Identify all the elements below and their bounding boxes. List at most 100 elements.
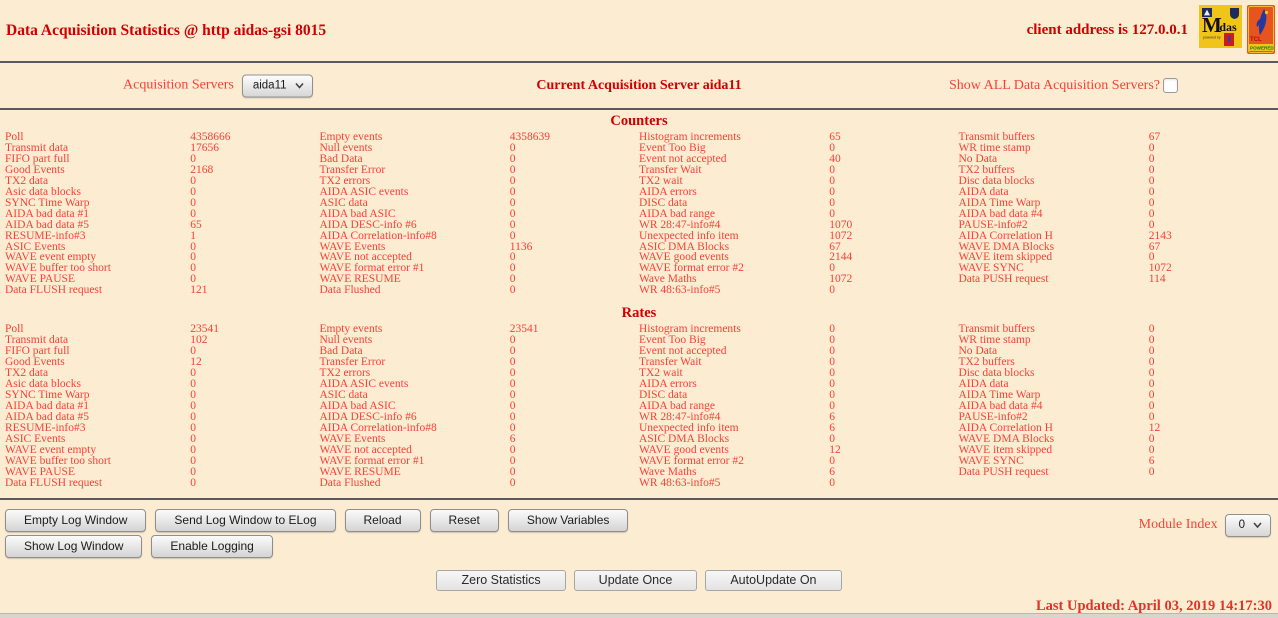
stat-value: 0 [829, 357, 958, 368]
show-all-servers-checkbox[interactable] [1163, 78, 1178, 93]
stats-row: WAVE PAUSE0WAVE RESUME0Wave Maths6Data P… [0, 467, 1278, 478]
stat-label: WR 28:47-info#4 [639, 220, 829, 231]
stat-label: Null events [319, 143, 509, 154]
zero-statistics-button[interactable]: Zero Statistics [436, 570, 565, 591]
stat-value: 0 [510, 274, 639, 285]
stat-value: 1 [190, 231, 319, 242]
stat-label: AIDA Time Warp [958, 390, 1148, 401]
stat-label: AIDA bad ASIC [319, 209, 509, 220]
window-bottom-edge [0, 613, 1278, 618]
stat-value: 0 [190, 263, 319, 274]
stat-value: 0 [1149, 198, 1278, 209]
logo-group: M idas powered by TCL POWERED [1199, 5, 1275, 59]
stat-value: 0 [829, 434, 958, 445]
stat-value: 114 [1149, 274, 1278, 285]
autoupdate-on-button[interactable]: AutoUpdate On [705, 570, 841, 591]
stat-value: 121 [190, 285, 319, 296]
stat-value: 4358639 [510, 132, 639, 143]
stat-label: Histogram increments [639, 324, 829, 335]
stat-value: 23541 [510, 324, 639, 335]
stat-label: Event Too Big [639, 143, 829, 154]
stat-label: Unexpected info item [639, 231, 829, 242]
stat-value: 0 [190, 478, 319, 489]
stat-label: WR 28:47-info#4 [639, 412, 829, 423]
stats-row: AIDA bad data #10AIDA bad ASIC0AIDA bad … [0, 209, 1278, 220]
stat-value: 65 [829, 132, 958, 143]
stat-label: ASIC data [319, 198, 509, 209]
counters-heading: Counters [0, 113, 1278, 130]
stat-value: 0 [510, 423, 639, 434]
stat-label: Transfer Error [319, 357, 509, 368]
stat-value: 0 [510, 176, 639, 187]
stat-label: Unexpected info item [639, 423, 829, 434]
stat-label: WR time stamp [958, 143, 1148, 154]
stat-label: WAVE event empty [0, 445, 190, 456]
stat-value: 0 [1149, 357, 1278, 368]
enable-logging-button[interactable]: Enable Logging [151, 535, 272, 558]
stat-value: 0 [510, 467, 639, 478]
stat-label: WAVE SYNC [958, 456, 1148, 467]
midas-logo[interactable]: M idas powered by [1199, 5, 1242, 53]
stat-value: 2144 [829, 252, 958, 263]
stat-label: FIFO part full [0, 346, 190, 357]
stat-label: ASIC Events [0, 434, 190, 445]
stat-label: PAUSE-info#2 [958, 220, 1148, 231]
module-index-select[interactable]: 0 [1225, 514, 1271, 537]
send-log-window-to-elog-button[interactable]: Send Log Window to ELog [155, 509, 335, 532]
stat-label: SYNC Time Warp [0, 390, 190, 401]
stat-label: ASIC DMA Blocks [639, 242, 829, 253]
stat-label: WAVE not accepted [319, 445, 509, 456]
stat-label: Good Events [0, 165, 190, 176]
toolbar: Empty Log Window Send Log Window to ELog… [0, 500, 1278, 558]
stat-value: 0 [829, 456, 958, 467]
stat-value: 0 [1149, 412, 1278, 423]
stat-value: 6 [829, 412, 958, 423]
stat-value: 0 [829, 401, 958, 412]
stat-value: 0 [829, 176, 958, 187]
reload-button[interactable]: Reload [345, 509, 421, 532]
stat-value: 0 [1149, 143, 1278, 154]
stat-value: 0 [1149, 390, 1278, 401]
stat-label: WR time stamp [958, 335, 1148, 346]
stat-label: WAVE format error #2 [639, 456, 829, 467]
update-once-button[interactable]: Update Once [574, 570, 698, 591]
stat-label: AIDA Correlation-info#8 [319, 423, 509, 434]
stat-label: Transfer Error [319, 165, 509, 176]
stat-value: 0 [1149, 187, 1278, 198]
stat-value: 0 [510, 390, 639, 401]
stat-value: 6 [1149, 456, 1278, 467]
stat-label: AIDA DESC-info #6 [319, 412, 509, 423]
show-log-window-button[interactable]: Show Log Window [5, 535, 142, 558]
stat-label: No Data [958, 346, 1148, 357]
stat-value: 0 [829, 346, 958, 357]
stat-value: 0 [1149, 467, 1278, 478]
stat-label: AIDA bad range [639, 401, 829, 412]
stat-value: 0 [190, 242, 319, 253]
show-variables-button[interactable]: Show Variables [508, 509, 629, 532]
stats-row: Asic data blocks0AIDA ASIC events0AIDA e… [0, 187, 1278, 198]
stat-value: 0 [829, 209, 958, 220]
stat-value: 0 [1149, 434, 1278, 445]
stat-label: AIDA bad data #5 [0, 220, 190, 231]
stat-value: 0 [829, 335, 958, 346]
stat-value: 0 [1149, 176, 1278, 187]
stat-value: 0 [190, 187, 319, 198]
stats-row: WAVE buffer too short 0WAVE format error … [0, 456, 1278, 467]
stat-label: WAVE DMA Blocks [958, 434, 1148, 445]
stat-value: 0 [829, 478, 958, 489]
stat-value: 0 [190, 467, 319, 478]
stat-label: WR 48:63-info#5 [639, 285, 829, 296]
reset-button[interactable]: Reset [430, 509, 499, 532]
stat-label: Wave Maths [639, 274, 829, 285]
stat-value: 102 [190, 335, 319, 346]
stat-label: Transfer Wait [639, 165, 829, 176]
stat-label: No Data [958, 154, 1148, 165]
stat-label: TX2 errors [319, 176, 509, 187]
empty-log-window-button[interactable]: Empty Log Window [5, 509, 146, 532]
tcl-powered-logo[interactable]: TCL POWERED [1247, 5, 1275, 59]
stat-value: 0 [829, 187, 958, 198]
stat-label: WAVE buffer too short [0, 456, 190, 467]
svg-text:powered by: powered by [1203, 36, 1221, 40]
stats-row: SYNC Time Warp0ASIC data0DISC data0AIDA … [0, 390, 1278, 401]
stat-label: Data FLUSH request [0, 478, 190, 489]
